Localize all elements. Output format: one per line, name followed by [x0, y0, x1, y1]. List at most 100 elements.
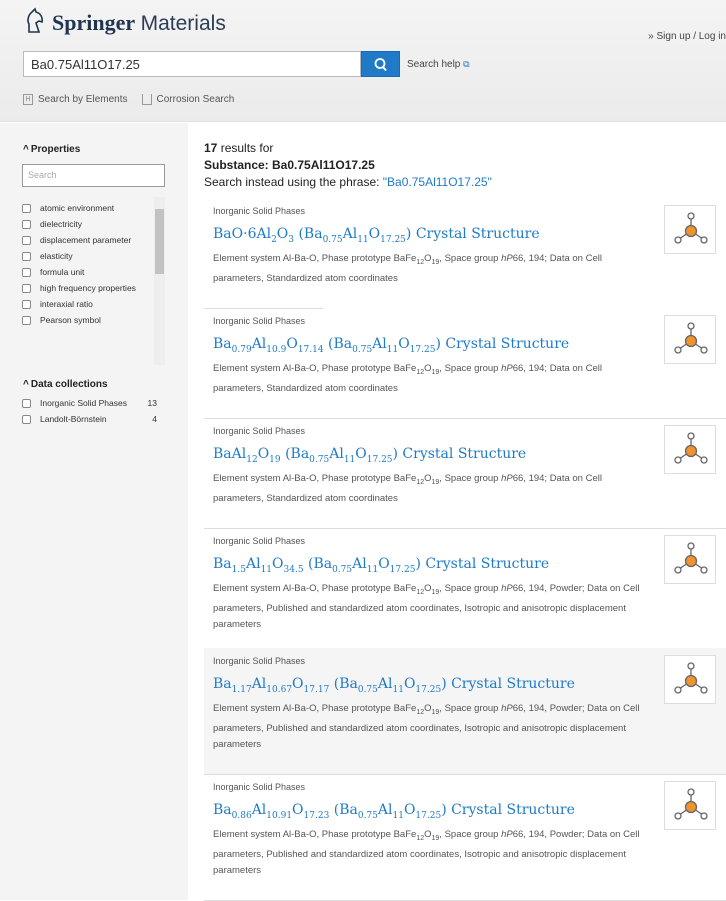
- result-description: Element system Al-Ba-O, Phase prototype …: [213, 582, 640, 630]
- structure-thumbnail[interactable]: [664, 315, 716, 364]
- crystal-structure-icon: [674, 432, 708, 464]
- properties-search-input[interactable]: Search: [22, 164, 165, 187]
- checkbox[interactable]: [22, 316, 31, 325]
- property-filter-item[interactable]: interaxial ratio: [22, 299, 142, 309]
- structure-thumbnail[interactable]: [664, 655, 716, 704]
- result-description: Element system Al-Ba-O, Phase prototype …: [213, 252, 602, 284]
- result-category: Inorganic Solid Phases: [213, 316, 306, 326]
- scrollbar-thumb[interactable]: [155, 209, 164, 274]
- property-label: Pearson symbol: [40, 315, 101, 325]
- subscript: 11: [260, 564, 273, 575]
- search-input[interactable]: Ba0.75Al11O17.25: [23, 51, 361, 77]
- property-filter-item[interactable]: dielectricity: [22, 219, 142, 229]
- checkbox[interactable]: [22, 220, 31, 229]
- property-label: elasticity: [40, 251, 73, 261]
- data-collections-toggle[interactable]: Data collections: [23, 379, 108, 390]
- result-card[interactable]: Inorganic Solid Phases Ba0.79Al10.9O17.14…: [204, 308, 726, 418]
- structure-thumbnail[interactable]: [664, 205, 716, 254]
- search-phrase-link[interactable]: "Ba0.75Al11O17.25": [383, 175, 492, 189]
- result-title-link[interactable]: Ba1.5Al11O34.5 (Ba0.75Al11O17.25) Crysta…: [213, 555, 717, 579]
- result-title-link[interactable]: BaAl12O19 (Ba0.75Al11O17.25) Crystal Str…: [213, 445, 717, 469]
- checkbox[interactable]: [22, 415, 31, 424]
- substance-label: Substance: Ba0.75Al11O17.25: [204, 158, 375, 172]
- corrosion-icon: [141, 94, 152, 105]
- result-description: Element system Al-Ba-O, Phase prototype …: [213, 472, 602, 504]
- filter-sidebar: Properties Search atomic environment diel…: [0, 123, 188, 900]
- property-filter-item[interactable]: Pearson symbol: [22, 315, 142, 325]
- subscript: 11: [386, 344, 399, 355]
- result-category: Inorganic Solid Phases: [213, 426, 306, 436]
- result-card[interactable]: Inorganic Solid Phases Ba1.17Al10.67O17.1…: [204, 648, 726, 774]
- search-by-elements-link[interactable]: H Search by Elements: [23, 94, 128, 105]
- collection-label: Inorganic Solid Phases: [40, 398, 127, 408]
- result-description: Element system Al-Ba-O, Phase prototype …: [213, 702, 640, 750]
- springer-materials-logo[interactable]: Springer Materials: [24, 6, 226, 36]
- property-filter-item[interactable]: elasticity: [22, 251, 142, 261]
- search-icon: [374, 58, 387, 72]
- result-title-link[interactable]: Ba0.86Al10.91O17.23 (Ba0.75Al11O17.25) C…: [213, 801, 717, 825]
- checkbox[interactable]: [22, 204, 31, 213]
- corrosion-search-link[interactable]: Corrosion Search: [141, 94, 235, 106]
- crystal-structure-icon: [674, 788, 708, 820]
- checkbox[interactable]: [22, 236, 31, 245]
- property-label: high frequency properties: [40, 283, 136, 293]
- collection-filter-item[interactable]: Landolt-Börnstein 4: [22, 414, 165, 424]
- crystal-structure-icon: [674, 322, 708, 354]
- property-filter-item[interactable]: displacement parameter: [22, 235, 142, 245]
- subscript: 0.79: [231, 344, 252, 355]
- structure-thumbnail[interactable]: [664, 535, 716, 584]
- result-card[interactable]: Inorganic Solid Phases BaO·6Al2O3 (Ba0.75…: [204, 198, 726, 308]
- result-category: Inorganic Solid Phases: [213, 536, 306, 546]
- collection-label: Landolt-Börnstein: [40, 414, 107, 424]
- crystal-structure-icon: [674, 662, 708, 694]
- subscript: 17.25: [409, 344, 436, 355]
- subscript: 1.17: [231, 684, 252, 695]
- subscript: 10.9: [266, 344, 287, 355]
- properties-list: atomic environment dielectricity displacem…: [22, 197, 165, 365]
- subscript: 17.25: [389, 564, 416, 575]
- result-title-link[interactable]: BaO·6Al2O3 (Ba0.75Al11O17.25) Crystal St…: [213, 225, 717, 249]
- structure-thumbnail[interactable]: [664, 425, 716, 474]
- property-filter-item[interactable]: formula unit: [22, 267, 142, 277]
- properties-scrollbar[interactable]: [154, 197, 165, 365]
- subscript: 19: [269, 454, 281, 465]
- search-help-link[interactable]: Search help ⧉: [407, 59, 470, 70]
- search-help-label: Search help: [407, 59, 461, 70]
- search-button[interactable]: [361, 51, 400, 77]
- result-title-link[interactable]: Ba0.79Al10.9O17.14 (Ba0.75Al11O17.25) Cr…: [213, 335, 717, 359]
- brand-name-2: Materials: [140, 12, 226, 35]
- subscript: 34.5: [283, 564, 304, 575]
- checkbox[interactable]: [22, 268, 31, 277]
- subscript: 11: [366, 564, 379, 575]
- structure-thumbnail[interactable]: [664, 781, 716, 830]
- crystal-structure-icon: [674, 542, 708, 574]
- checkbox[interactable]: [22, 399, 31, 408]
- checkbox[interactable]: [22, 284, 31, 293]
- property-filter-item[interactable]: atomic environment: [22, 203, 142, 213]
- subscript: 0.75: [322, 234, 343, 245]
- property-filter-item[interactable]: high frequency properties: [22, 283, 142, 293]
- results-for-label: results for: [217, 141, 274, 155]
- result-card[interactable]: Inorganic Solid Phases Ba1.5Al11O34.5 (Ba…: [204, 528, 726, 648]
- corrosion-search-label: Corrosion Search: [156, 94, 235, 106]
- subscript: 17.14: [297, 344, 324, 355]
- result-category: Inorganic Solid Phases: [213, 206, 306, 216]
- property-label: formula unit: [40, 267, 85, 277]
- checkbox[interactable]: [22, 300, 31, 309]
- collection-count: 13: [147, 398, 157, 408]
- properties-toggle[interactable]: Properties: [23, 144, 80, 155]
- subscript: 11: [392, 810, 404, 821]
- subscript: 11: [392, 684, 404, 695]
- subscript: 17.17: [303, 684, 330, 695]
- property-label: interaxial ratio: [40, 299, 93, 309]
- search-by-elements-label: Search by Elements: [38, 94, 128, 106]
- collection-filter-item[interactable]: Inorganic Solid Phases 13: [22, 398, 165, 408]
- signup-login-link[interactable]: » Sign up / Log in: [648, 31, 726, 42]
- result-card[interactable]: Inorganic Solid Phases BaAl12O19 (Ba0.75A…: [204, 418, 726, 528]
- result-card[interactable]: Inorganic Solid Phases Ba0.86Al10.91O17.2…: [204, 774, 726, 900]
- subscript: 0.75: [309, 454, 330, 465]
- subscript: 17.25: [380, 234, 406, 245]
- subscript: 17.25: [366, 454, 393, 465]
- checkbox[interactable]: [22, 252, 31, 261]
- result-title-link[interactable]: Ba1.17Al10.67O17.17 (Ba0.75Al11O17.25) C…: [213, 675, 717, 699]
